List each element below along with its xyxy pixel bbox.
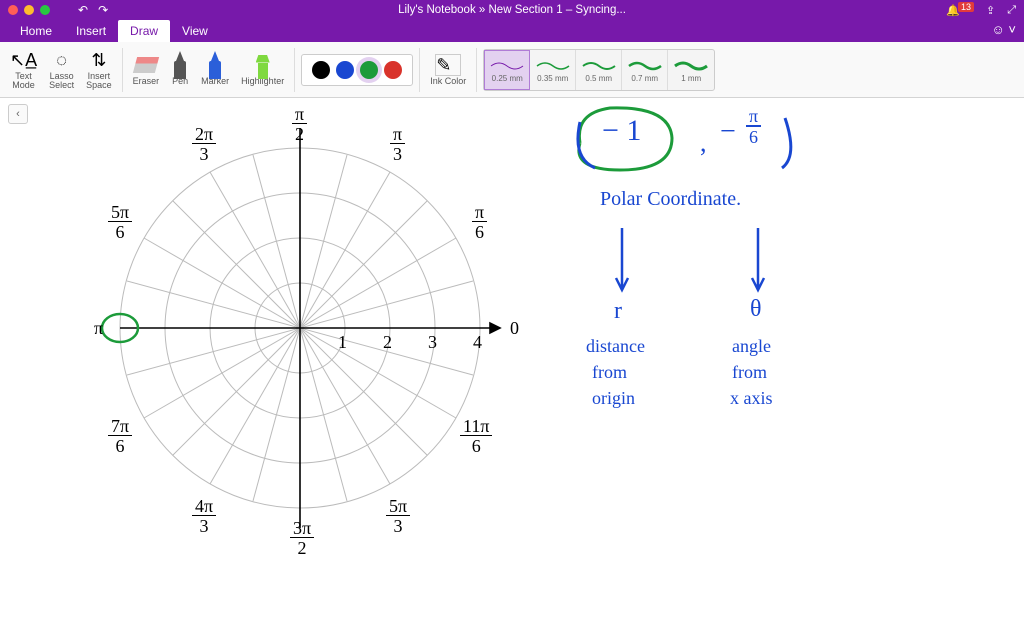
pen-icon	[171, 54, 189, 76]
redo-icon[interactable]: ↷	[98, 3, 108, 17]
ink-r-desc3: origin	[592, 388, 635, 409]
thickness-07[interactable]: 0.7 mm	[622, 50, 668, 90]
ink-r-desc2: from	[592, 362, 627, 383]
ink-t-desc3: x axis	[730, 388, 773, 409]
thickness-label: 1 mm	[681, 74, 701, 83]
back-button[interactable]: ‹	[8, 104, 28, 124]
angle-4pi-3: 4π3	[192, 496, 216, 535]
insert-space-label: Insert Space	[86, 72, 112, 90]
thickness-group: 0.25 mm 0.35 mm 0.5 mm 0.7 mm 1 mm	[483, 49, 715, 91]
insert-space-icon: ⇅	[91, 49, 106, 71]
ink-neg: −	[720, 116, 736, 148]
eraser-icon	[135, 54, 157, 76]
notebook-name[interactable]: Lily's Notebook	[398, 4, 476, 16]
fullscreen-icon[interactable]: ⤢	[1007, 4, 1016, 17]
separator	[419, 48, 420, 92]
angle-0: 0	[510, 318, 519, 339]
feedback-smile-icon[interactable]: ☺ ˅	[992, 22, 1016, 37]
close-traffic-light[interactable]	[8, 5, 18, 15]
eraser-button[interactable]: Eraser	[129, 45, 164, 95]
titlebar-right: 🔔13 ⇪ ⤢	[946, 4, 1016, 17]
angle-2pi-3: 2π3	[192, 124, 216, 163]
thickness-05[interactable]: 0.5 mm	[576, 50, 622, 90]
ink-r: r	[614, 298, 622, 325]
ink-theta: θ	[750, 296, 762, 323]
thickness-label: 0.7 mm	[631, 74, 658, 83]
angle-pi: π	[94, 318, 103, 339]
swatch-black[interactable]	[312, 61, 330, 79]
window-controls	[8, 5, 50, 15]
eraser-label: Eraser	[133, 77, 160, 86]
radius-1: 1	[338, 332, 347, 353]
text-mode-label: Text Mode	[12, 72, 35, 90]
angle-pi-3: π3	[390, 124, 405, 163]
separator	[476, 48, 477, 92]
thickness-1[interactable]: 1 mm	[668, 50, 714, 90]
ink-strokes	[560, 98, 900, 438]
angle-pi-2: π2	[292, 104, 307, 143]
ink-minus-one: − 1	[602, 114, 641, 148]
undo-redo-group: ↶ ↷	[78, 3, 108, 17]
notification-bell-icon[interactable]: 🔔13	[946, 4, 974, 17]
angle-3pi-2: 3π2	[290, 518, 314, 557]
section-name[interactable]: New Section 1 – Syncing...	[489, 4, 626, 16]
canvas[interactable]: ‹	[0, 98, 1024, 624]
radius-2: 2	[383, 332, 392, 353]
text-mode-button[interactable]: ↖A̲ Text Mode	[6, 45, 41, 95]
tab-insert[interactable]: Insert	[64, 20, 118, 42]
lasso-select-button[interactable]: ◌ Lasso Select	[45, 45, 78, 95]
tab-home[interactable]: Home	[8, 20, 64, 42]
ink-comma: ,	[700, 128, 707, 158]
swatch-green-selected[interactable]	[360, 61, 378, 79]
ribbon: ↖A̲ Text Mode ◌ Lasso Select ⇅ Insert Sp…	[0, 42, 1024, 98]
share-icon[interactable]: ⇪	[986, 4, 995, 17]
lasso-label: Lasso Select	[49, 72, 74, 90]
window-title: Lily's Notebook » New Section 1 – Syncin…	[398, 4, 626, 16]
swatch-blue[interactable]	[336, 61, 354, 79]
undo-icon[interactable]: ↶	[78, 3, 88, 17]
angle-5pi-3: 5π3	[386, 496, 410, 535]
zoom-traffic-light[interactable]	[40, 5, 50, 15]
text-mode-icon: ↖A̲	[10, 49, 37, 71]
lasso-icon: ◌	[56, 49, 67, 71]
tab-view[interactable]: View	[170, 20, 220, 42]
ink-r-desc1: distance	[586, 336, 645, 357]
notification-badge: 13	[958, 2, 974, 12]
titlebar: ↶ ↷ Lily's Notebook » New Section 1 – Sy…	[0, 0, 1024, 20]
ink-t-desc2: from	[732, 362, 767, 383]
swatch-red[interactable]	[384, 61, 402, 79]
highlighter-icon	[254, 54, 272, 76]
angle-11pi-6: 11π6	[460, 416, 492, 455]
thickness-label: 0.25 mm	[492, 74, 523, 83]
thickness-label: 0.5 mm	[585, 74, 612, 83]
minimize-traffic-light[interactable]	[24, 5, 34, 15]
marker-icon	[206, 54, 224, 76]
radius-4: 4	[473, 332, 482, 353]
polar-grid: π2 2π3 π3 5π6 π6 0 π 7π6 11π6 4π3 5π3 3π…	[80, 108, 520, 553]
thickness-035[interactable]: 0.35 mm	[530, 50, 576, 90]
separator	[294, 48, 295, 92]
color-swatches	[301, 54, 413, 86]
menu-bar: Home Insert Draw View ☺ ˅	[0, 20, 1024, 42]
thickness-label: 0.35 mm	[537, 74, 568, 83]
ink-color-label: Ink Color	[430, 77, 466, 86]
angle-7pi-6: 7π6	[108, 416, 132, 455]
thickness-025[interactable]: 0.25 mm	[484, 50, 530, 90]
ink-heading: Polar Coordinate.	[600, 188, 741, 211]
tab-draw[interactable]: Draw	[118, 20, 170, 42]
ink-color-button[interactable]: ✎ Ink Color	[426, 45, 470, 95]
highlighter-button[interactable]: Highlighter	[237, 45, 288, 95]
radius-3: 3	[428, 332, 437, 353]
separator	[122, 48, 123, 92]
marker-button[interactable]: Marker	[197, 45, 233, 95]
breadcrumb-sep: »	[479, 4, 485, 16]
ink-color-icon: ✎	[435, 54, 461, 76]
insert-space-button[interactable]: ⇅ Insert Space	[82, 45, 116, 95]
ink-pi-6: π6	[746, 102, 761, 146]
angle-pi-6: π6	[472, 202, 487, 241]
angle-5pi-6: 5π6	[108, 202, 132, 241]
pen-button[interactable]: Pen	[167, 45, 193, 95]
ink-t-desc1: angle	[732, 336, 771, 357]
